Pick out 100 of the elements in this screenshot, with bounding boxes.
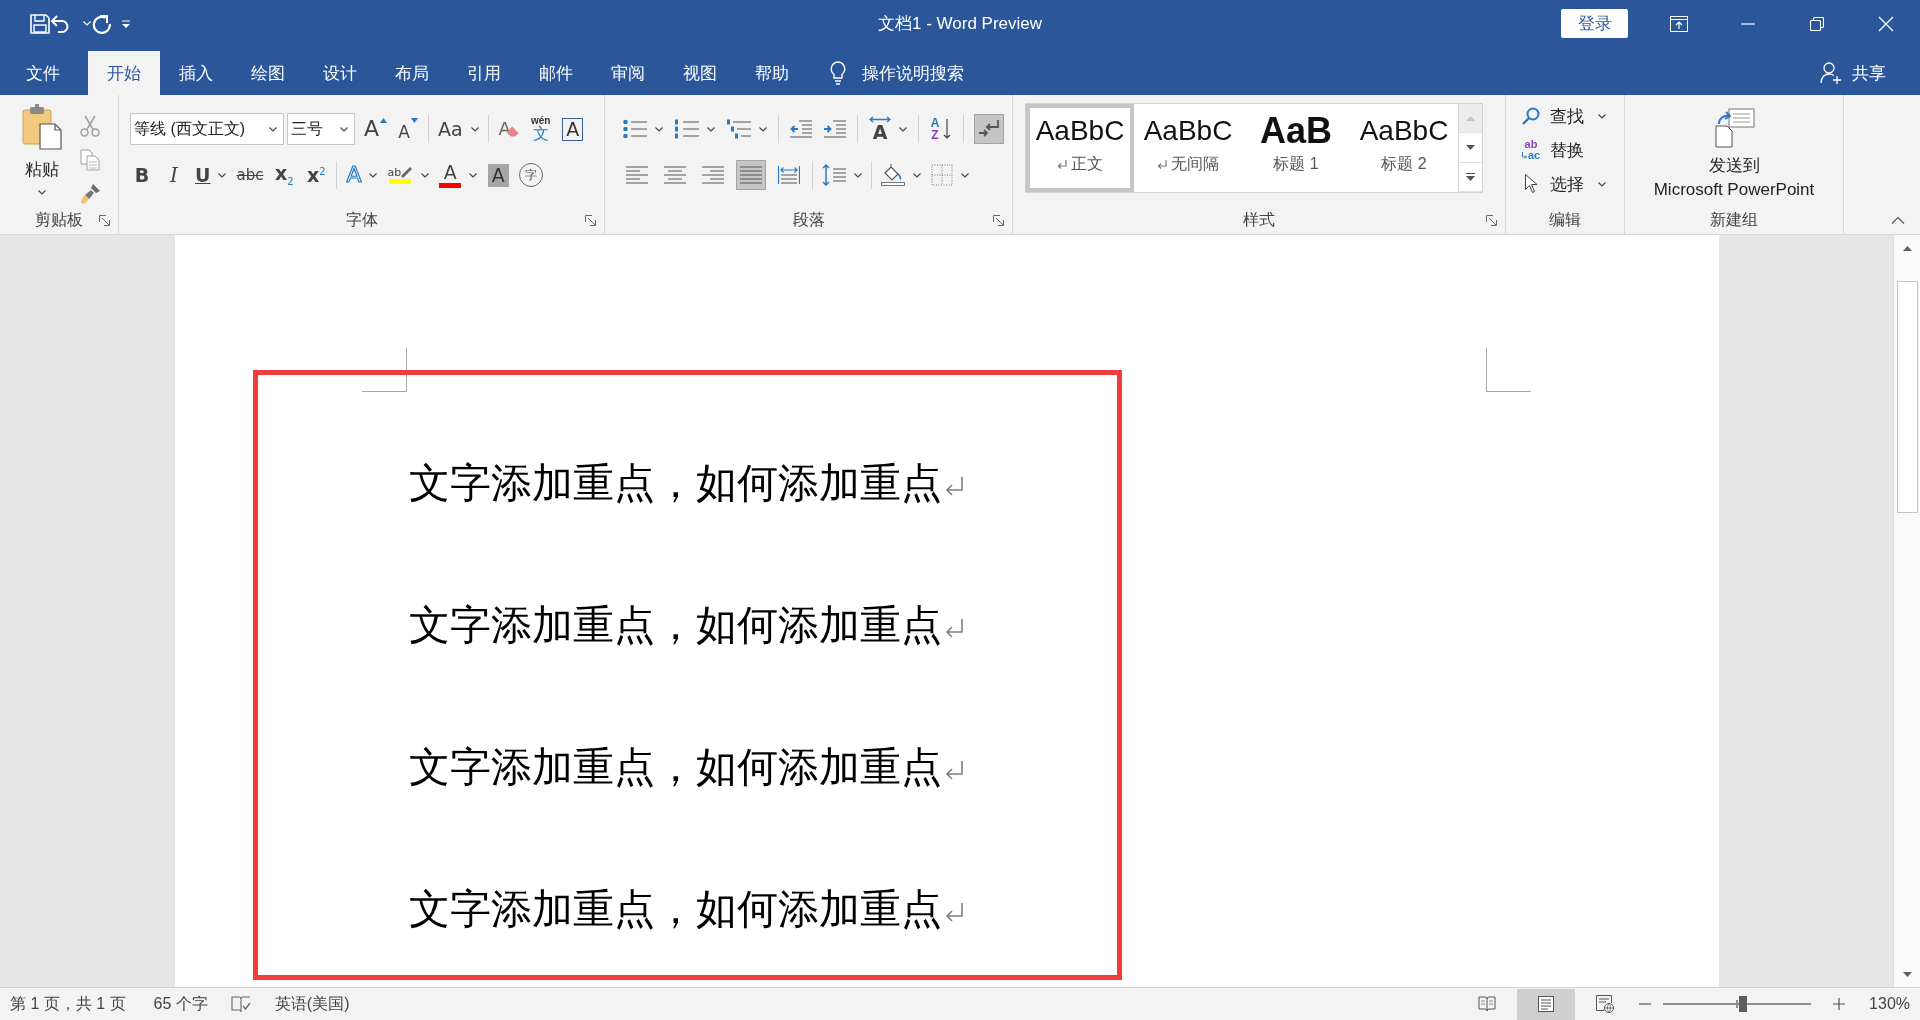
save-icon — [30, 13, 50, 34]
dotted-grid-icon — [931, 164, 953, 186]
triangle-up-icon — [1466, 115, 1475, 121]
ribbon-tab[interactable]: 引用 — [448, 51, 520, 95]
restore-icon — [1809, 16, 1824, 31]
vertical-scrollbar[interactable] — [1893, 235, 1920, 987]
font-name-field[interactable]: 等线 (西文正文) — [130, 113, 284, 145]
style-gallery-item[interactable]: AaB 标题 1 — [1242, 104, 1350, 192]
tell-me-search[interactable]: 操作说明搜索 — [830, 51, 964, 95]
align-center-icon — [664, 166, 686, 184]
outdent-icon — [790, 120, 812, 138]
paste-button[interactable]: 粘贴 — [13, 104, 71, 208]
triangle-down-icon — [410, 118, 418, 123]
group-label: 编辑 — [1549, 209, 1581, 230]
style-gallery-item[interactable]: AaBbC 标题 2 — [1350, 104, 1458, 192]
share-button[interactable]: 共享 — [1820, 51, 1886, 95]
dialog-launcher-button[interactable] — [584, 213, 597, 227]
ribbon-tab[interactable]: 布局 — [376, 51, 448, 95]
distributed-icon — [778, 166, 800, 184]
word-count[interactable]: 65 个字 — [153, 993, 208, 1015]
caret-icon — [470, 126, 479, 132]
caret-icon — [340, 126, 348, 132]
ribbon-tab[interactable]: 设计 — [304, 51, 376, 95]
caret-icon — [38, 190, 46, 195]
send-slide-icon — [1713, 108, 1755, 148]
plus-icon — [1833, 998, 1846, 1010]
select-button[interactable]: 选择 — [1520, 169, 1624, 199]
paragraph-text: 文字添加重点，如何添加重点 — [409, 743, 942, 793]
zoom-slider-thumb[interactable] — [1739, 996, 1747, 1012]
dialog-launcher-button[interactable] — [992, 213, 1005, 227]
dialog-launcher-button[interactable] — [98, 213, 111, 227]
chevron-up-icon — [1891, 216, 1905, 224]
phonetic-guide-button[interactable]: wén 文 — [528, 114, 553, 144]
ribbon-tab[interactable]: 视图 — [664, 51, 736, 95]
justify-icon — [740, 166, 762, 184]
return-arrows-icon — [978, 119, 1000, 139]
style-gallery-item[interactable]: AaBbC 无间隔 — [1134, 104, 1242, 192]
ribbon-tab[interactable]: 绘图 — [232, 51, 304, 95]
proofing-icon — [230, 995, 251, 1013]
font-size-field[interactable]: 三号 — [287, 113, 355, 145]
more-icon — [1466, 172, 1475, 181]
bold-button[interactable]: B — [130, 160, 154, 190]
caret-icon — [218, 172, 227, 178]
group-label: 样式 — [1243, 209, 1275, 230]
caret-icon — [854, 172, 862, 178]
shrink-font-button[interactable]: A — [396, 114, 421, 144]
zoom-level-button[interactable]: 130% — [1869, 995, 1910, 1013]
indent-icon — [824, 120, 846, 138]
ribbon-tab[interactable]: 帮助 — [736, 51, 808, 95]
line-spacing-icon — [822, 164, 846, 186]
triangle-down-icon — [1902, 971, 1912, 977]
group-label: 新建组 — [1710, 209, 1758, 230]
zoom-in-button[interactable] — [1831, 996, 1848, 1012]
double-arrow-icon — [869, 116, 891, 123]
text-direction-button[interactable]: A — [868, 114, 908, 144]
font-color-button[interactable]: A — [438, 160, 479, 190]
page-count[interactable]: 第 1 页，共 1 页 — [10, 993, 126, 1015]
paragraph-mark-icon — [1057, 159, 1067, 170]
send-to-powerpoint-button[interactable]: 发送到 Microsoft PowerPoint — [1653, 108, 1815, 208]
caret-icon — [961, 172, 969, 178]
caret-icon — [369, 172, 378, 178]
group-label: 字体 — [345, 209, 378, 230]
paragraph-text: 文字添加重点，如何添加重点 — [409, 885, 942, 935]
dialog-launcher-button[interactable] — [1485, 213, 1498, 227]
caret-icon — [759, 126, 767, 132]
scrollbar-thumb[interactable] — [1896, 281, 1918, 513]
caret-icon — [1598, 113, 1606, 119]
triangle-up-icon — [1902, 245, 1912, 251]
launcher-icon — [585, 214, 596, 226]
ribbon-tab[interactable]: 审阅 — [592, 51, 664, 95]
highlight-button[interactable]: ab — [386, 160, 431, 190]
strikethrough-button[interactable]: abc — [235, 160, 265, 190]
subscript-button[interactable]: x$_{2}$ — [272, 160, 297, 190]
superscript-button[interactable]: x$^{2}$ — [304, 160, 329, 190]
grow-font-button[interactable]: A — [363, 114, 389, 144]
change-case-button[interactable]: Aa — [437, 114, 480, 144]
italic-button[interactable]: I — [162, 160, 186, 190]
paragraph-mark-icon — [1157, 159, 1167, 170]
multilevel-list-icon — [727, 119, 751, 139]
underline-button[interactable]: U — [194, 160, 228, 190]
minus-icon — [1639, 1003, 1652, 1005]
collapse-ribbon-button[interactable] — [1890, 214, 1906, 226]
find-button[interactable]: 查找 — [1520, 101, 1624, 131]
lightbulb-icon — [830, 61, 846, 85]
search-icon — [1522, 107, 1540, 125]
group-label: 段落 — [792, 209, 825, 230]
sort-button[interactable]: A Z — [929, 114, 953, 144]
print-layout-button[interactable] — [1517, 988, 1576, 1020]
window-title: 文档1 - Word Preview — [877, 13, 1043, 35]
language[interactable]: 英语(美国) — [274, 993, 350, 1015]
sign-in-button[interactable]: 登录 — [1561, 9, 1628, 38]
ribbon-tab[interactable]: 文件 — [7, 51, 79, 95]
style-gallery-item[interactable]: AaBbC 正文 — [1026, 104, 1134, 192]
ribbon-tab[interactable]: 插入 — [160, 51, 232, 95]
ribbon-tab[interactable]: 邮件 — [520, 51, 592, 95]
copy-icon — [80, 148, 100, 171]
scissors-icon — [80, 114, 100, 137]
show-marks-button[interactable] — [974, 114, 1004, 144]
launcher-icon — [1486, 214, 1497, 226]
ribbon-tab[interactable]: 开始 — [88, 51, 160, 95]
